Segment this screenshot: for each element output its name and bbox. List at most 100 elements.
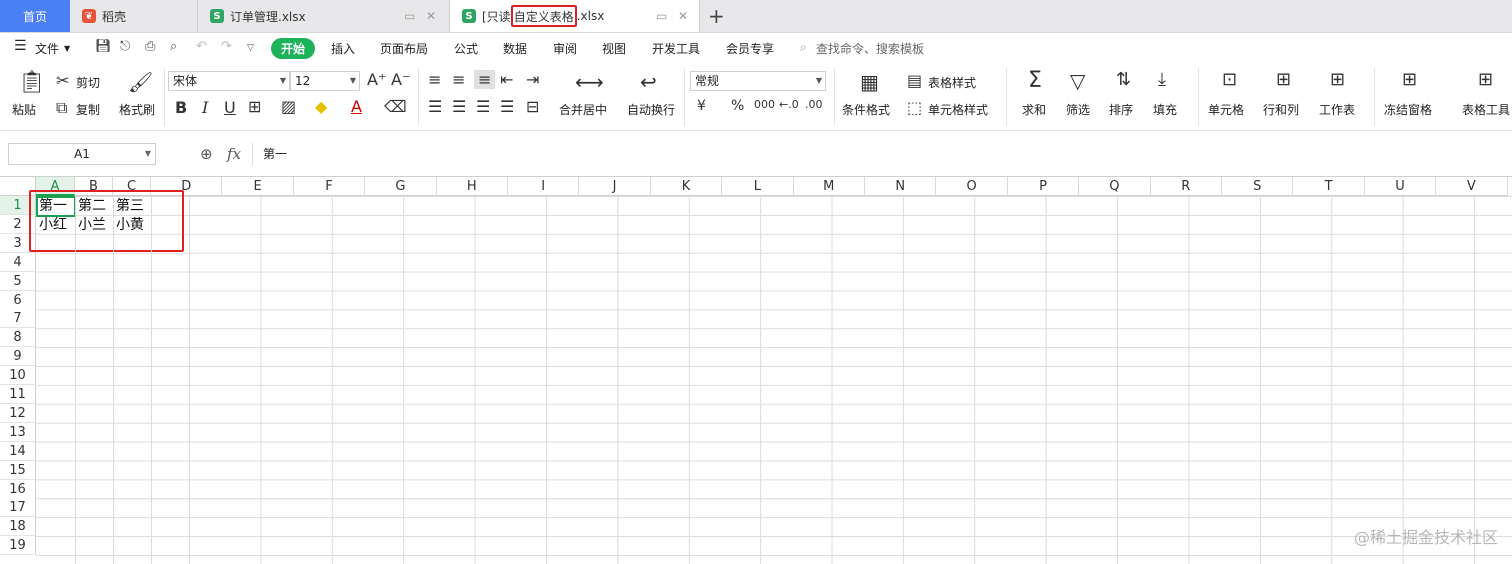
column-header-K[interactable]: K	[650, 177, 723, 196]
decrease-decimal-icon[interactable]: .00	[805, 98, 823, 111]
menu-file[interactable]: 文件	[35, 40, 59, 57]
conditional-format-button[interactable]: 条件格式	[842, 101, 890, 118]
copy-button[interactable]: 复制	[76, 101, 100, 118]
font-name-select[interactable]: 宋体 ▼	[168, 71, 290, 91]
indent-decrease-icon[interactable]: ⇤	[500, 70, 513, 89]
window-icon[interactable]: ▭	[404, 9, 415, 23]
fx-icon[interactable]: fx	[227, 145, 241, 163]
paste-button[interactable]: 粘贴	[12, 101, 36, 118]
paste-icon[interactable]: 📋︎	[18, 70, 46, 95]
table-style-button[interactable]: 表格样式	[928, 74, 976, 91]
row-header-5[interactable]: 5	[0, 271, 36, 291]
column-header-R[interactable]: R	[1150, 177, 1222, 196]
row-col-button[interactable]: 行和列	[1263, 101, 1299, 118]
increase-font-icon[interactable]: A⁺	[367, 70, 386, 89]
tab-daoke[interactable]: ❦ 稻壳	[70, 0, 198, 32]
row-header-13[interactable]: 13	[0, 422, 36, 442]
align-middle-icon[interactable]: ≡	[452, 70, 465, 89]
column-header-M[interactable]: M	[793, 177, 865, 196]
row-header-7[interactable]: 7	[0, 309, 36, 329]
align-bottom-icon[interactable]: ≡	[474, 70, 496, 89]
tab-custom-table[interactable]: S [只读 自定义表格 .xlsx ▭ ✕	[450, 0, 700, 32]
column-header-G[interactable]: G	[365, 177, 437, 196]
new-tab-icon[interactable]: +	[708, 4, 725, 28]
fill-style-icon[interactable]: ▨	[281, 97, 296, 116]
indent-increase-icon[interactable]: ⇥	[526, 70, 539, 89]
menu-start[interactable]: 开始	[271, 38, 316, 59]
cell-area[interactable]	[189, 196, 1512, 564]
row-header-19[interactable]: 19	[0, 536, 36, 556]
row-header-9[interactable]: 9	[0, 347, 36, 367]
chevron-down-icon[interactable]: ▼	[64, 44, 70, 53]
row-header-17[interactable]: 17	[0, 498, 36, 518]
print-icon[interactable]: ⎙	[145, 39, 155, 54]
align-left-icon[interactable]: ☰	[428, 97, 442, 116]
worksheet-button[interactable]: 工作表	[1319, 101, 1355, 118]
print-preview-icon[interactable]: ⌕	[170, 39, 177, 54]
sum-button[interactable]: 求和	[1022, 101, 1046, 118]
row-header-12[interactable]: 12	[0, 403, 36, 423]
zoom-icon[interactable]: ⊕	[200, 145, 213, 163]
menu-dev-tools[interactable]: 开发工具	[652, 40, 700, 57]
command-search[interactable]: 查找命令、搜索模板	[816, 40, 924, 57]
number-format-select[interactable]: 常规 ▼	[690, 71, 826, 91]
fill-button[interactable]: 填充	[1153, 101, 1177, 118]
freeze-panes-button[interactable]: 冻结窗格	[1384, 101, 1432, 118]
row-header-4[interactable]: 4	[0, 252, 36, 272]
row-header-14[interactable]: 14	[0, 441, 36, 461]
underline-button[interactable]: U	[224, 98, 236, 117]
column-header-E[interactable]: E	[222, 177, 294, 196]
eraser-icon[interactable]: ⌫	[384, 97, 407, 116]
bold-button[interactable]: B	[175, 98, 187, 117]
formula-input[interactable]: 第一	[252, 143, 1512, 165]
table-tools-button[interactable]: 表格工具	[1462, 101, 1510, 118]
menu-member[interactable]: 会员专享	[726, 40, 774, 57]
sort-button[interactable]: 排序	[1109, 101, 1133, 118]
italic-button[interactable]: I	[202, 98, 208, 117]
close-icon[interactable]: ✕	[426, 9, 436, 23]
tab-home[interactable]: 首页	[0, 0, 70, 32]
currency-button[interactable]: ¥	[697, 98, 706, 114]
column-header-V[interactable]: V	[1436, 177, 1508, 196]
distributed-icon[interactable]: ⊟	[526, 97, 539, 116]
border-icon[interactable]: ⊞	[248, 97, 261, 116]
column-header-P[interactable]: P	[1007, 177, 1080, 196]
column-header-F[interactable]: F	[293, 177, 366, 196]
close-icon[interactable]: ✕	[678, 9, 688, 23]
menu-review[interactable]: 审阅	[553, 40, 577, 57]
column-header-L[interactable]: L	[722, 177, 794, 196]
cut-button[interactable]: 剪切	[76, 74, 100, 91]
row-header-10[interactable]: 10	[0, 366, 36, 386]
menu-formula[interactable]: 公式	[454, 40, 478, 57]
align-center-icon[interactable]: ☰	[452, 97, 466, 116]
align-right-icon[interactable]: ☰	[476, 97, 490, 116]
font-size-select[interactable]: 12 ▼	[290, 71, 360, 91]
undo-icon[interactable]: ↶	[196, 39, 207, 54]
format-painter-button[interactable]: 格式刷	[119, 101, 155, 118]
menu-view[interactable]: 视图	[602, 40, 626, 57]
menu-insert[interactable]: 插入	[331, 40, 355, 57]
redo-icon[interactable]: ↷	[221, 39, 232, 54]
row-header-6[interactable]: 6	[0, 290, 36, 310]
justify-icon[interactable]: ☰	[500, 97, 514, 116]
fill-color-icon[interactable]: ◆	[315, 97, 327, 116]
window-icon[interactable]: ▭	[656, 9, 667, 23]
column-header-O[interactable]: O	[936, 177, 1008, 196]
column-header-J[interactable]: J	[579, 177, 651, 196]
column-header-Q[interactable]: Q	[1079, 177, 1151, 196]
tab-order-management[interactable]: S 订单管理.xlsx ▭ ✕	[198, 0, 450, 32]
cell-button[interactable]: 单元格	[1208, 101, 1244, 118]
menu-page-layout[interactable]: 页面布局	[380, 40, 428, 57]
column-header-U[interactable]: U	[1364, 177, 1437, 196]
font-color-button[interactable]: A	[351, 97, 362, 116]
export-icon[interactable]: ⎋	[120, 39, 130, 54]
align-top-icon[interactable]: ≡	[428, 70, 441, 89]
cell-style-button[interactable]: 单元格样式	[928, 101, 988, 118]
column-header-S[interactable]: S	[1222, 177, 1294, 196]
wrap-text-button[interactable]: 自动换行	[627, 101, 675, 118]
hamburger-icon[interactable]: ☰	[14, 38, 27, 54]
row-header-15[interactable]: 15	[0, 460, 36, 480]
row-header-11[interactable]: 11	[0, 385, 36, 404]
decrease-font-icon[interactable]: A⁻	[391, 70, 410, 89]
column-header-T[interactable]: T	[1293, 177, 1365, 196]
